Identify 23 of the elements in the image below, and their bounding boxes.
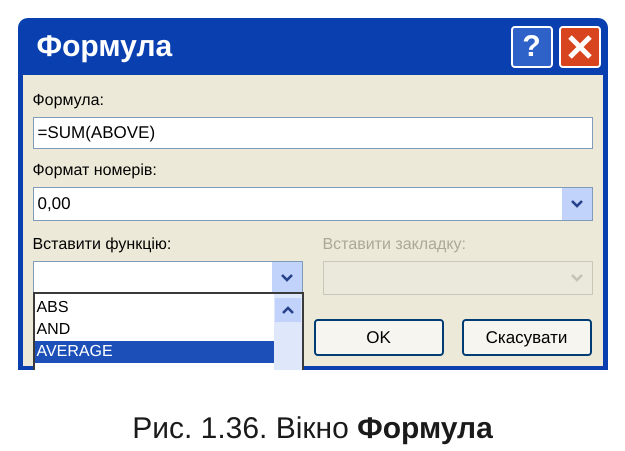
number-format-value: 0,00	[38, 193, 71, 216]
chevron-down-icon	[280, 273, 294, 283]
formula-field[interactable]: =SUM(ABOVE)	[32, 117, 592, 149]
close-button[interactable]	[558, 26, 600, 68]
function-option[interactable]: AVERAGE	[34, 341, 274, 363]
chevron-up-icon	[280, 305, 294, 315]
formula-label: Формула:	[32, 91, 105, 111]
scrollbar[interactable]	[274, 294, 302, 370]
window-title: Формула	[36, 29, 172, 65]
help-button[interactable]: ?	[510, 26, 552, 68]
number-format-label: Формат номерів:	[32, 161, 158, 181]
close-icon	[566, 34, 592, 60]
figure-caption: Рис. 1.36. Вікно Формула	[132, 412, 493, 445]
chevron-down-icon	[570, 273, 584, 283]
insert-bookmark-label: Вставити закладку:	[322, 235, 467, 255]
dialog-button[interactable]: Скасувати	[462, 319, 592, 356]
insert-function-label: Вставити функцію:	[32, 235, 172, 255]
number-format-select[interactable]: 0,00	[32, 187, 592, 221]
function-option[interactable]: ABS	[34, 297, 274, 319]
dialog-button[interactable]: OK	[314, 319, 444, 356]
function-option[interactable]: AND	[34, 319, 274, 341]
insert-function-select[interactable]	[32, 261, 302, 295]
chevron-down-icon	[570, 199, 584, 209]
